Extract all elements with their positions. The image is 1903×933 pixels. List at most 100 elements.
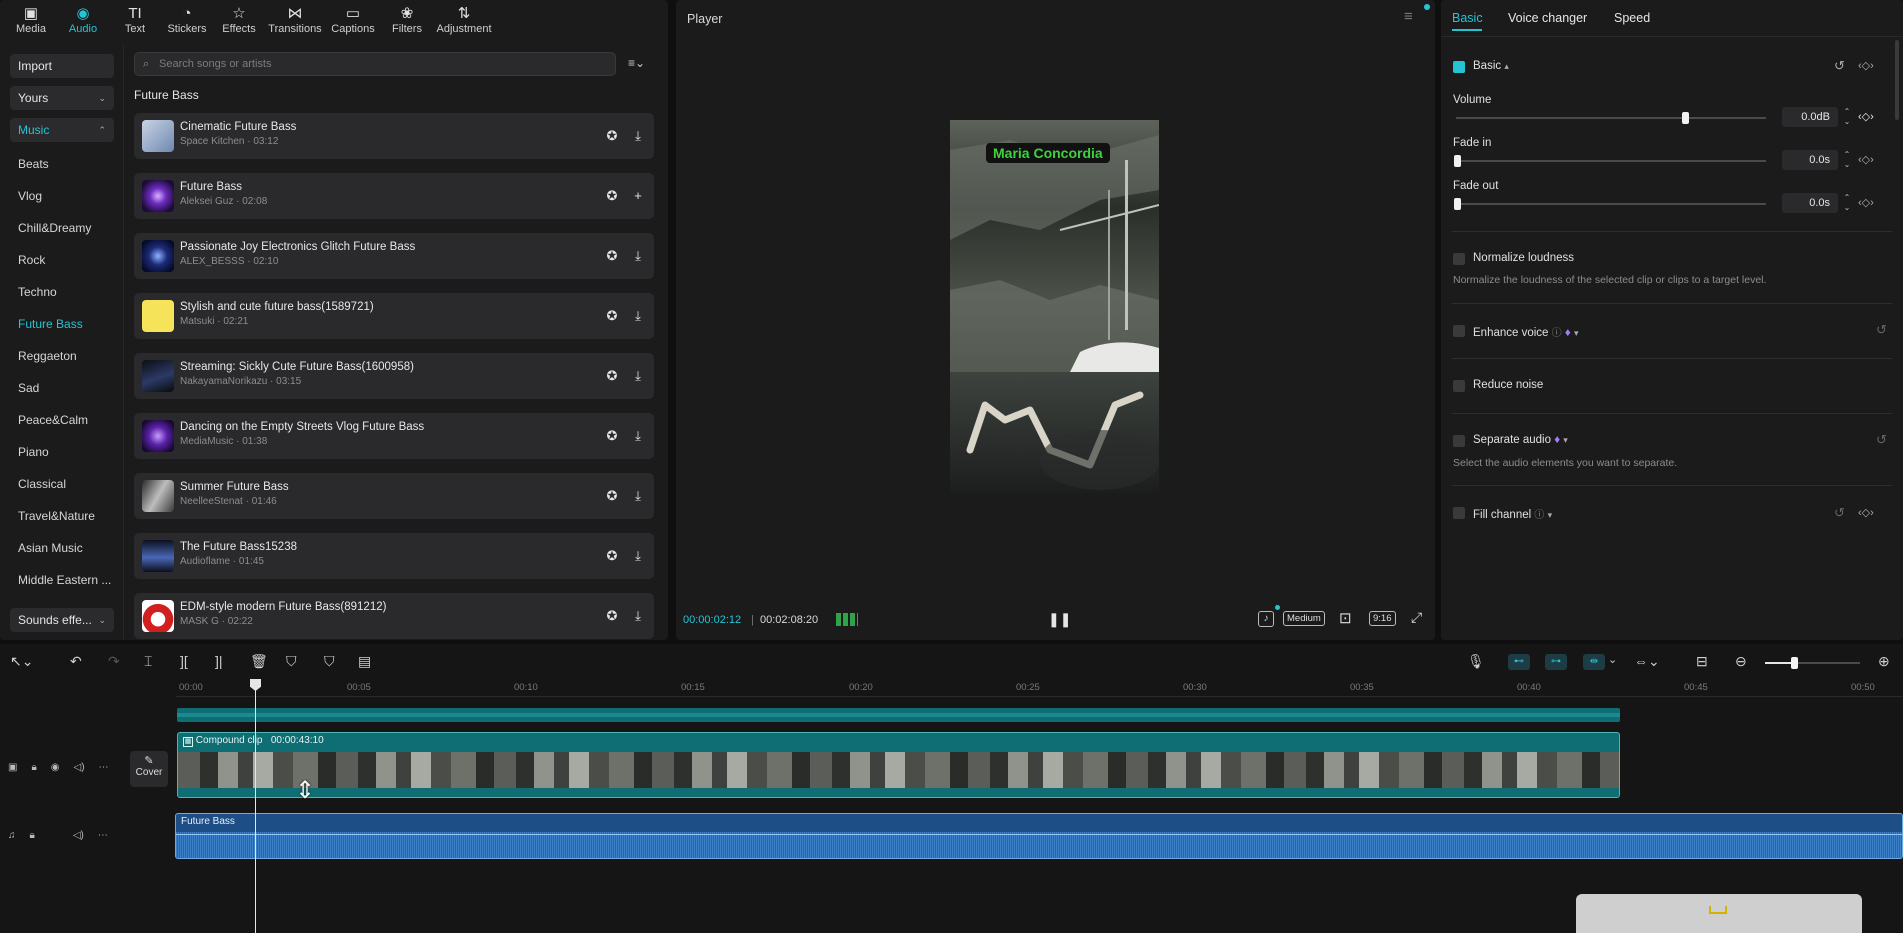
- zoom-in-icon[interactable]: ⊕: [1878, 653, 1890, 670]
- volume-slider-knob[interactable]: [1682, 112, 1689, 124]
- normalize-checkbox[interactable]: [1453, 253, 1465, 265]
- cover-button[interactable]: ✎ Cover: [130, 751, 168, 787]
- volume-keyframe[interactable]: ‹◇›: [1858, 110, 1874, 123]
- search-input[interactable]: ⌕ Search songs or artists: [134, 52, 616, 76]
- split-left-icon[interactable]: ][: [180, 653, 188, 669]
- sidebar-item-middle-eastern[interactable]: Middle Eastern ...: [18, 573, 111, 587]
- microphone-icon[interactable]: 🎙︎: [1467, 653, 1485, 670]
- volume-value-field[interactable]: 0.0dB: [1782, 107, 1838, 127]
- tab-text[interactable]: TI Text: [110, 5, 160, 35]
- split-right-icon[interactable]: ]|: [215, 653, 223, 669]
- snap-dropdown-icon[interactable]: ⇔⌄: [1634, 653, 1660, 670]
- split-icon[interactable]: ⌶: [144, 653, 152, 670]
- fullscreen-icon[interactable]: ⤢: [1411, 609, 1422, 626]
- music-dropdown[interactable]: Music ⌃: [10, 118, 114, 142]
- favorite-star-icon[interactable]: ✪: [603, 307, 621, 325]
- sidebar-item-vlog[interactable]: Vlog: [18, 189, 42, 203]
- redo-icon[interactable]: ↷: [108, 653, 120, 670]
- overlay-track-clip[interactable]: [177, 708, 1620, 722]
- mute-icon[interactable]: ◁): [74, 762, 85, 776]
- tab-speed[interactable]: Speed: [1614, 11, 1650, 25]
- favorite-star-icon[interactable]: ✪: [603, 427, 621, 445]
- tab-stickers[interactable]: ◔ Stickers: [162, 5, 212, 35]
- fade-in-slider-knob[interactable]: [1454, 155, 1461, 167]
- favorite-star-icon[interactable]: ✪: [603, 247, 621, 265]
- tab-filters[interactable]: ❀ Filters: [382, 5, 432, 35]
- audio-clip[interactable]: Future Bass: [175, 813, 1903, 859]
- delete-icon[interactable]: 🗑︎: [250, 653, 268, 670]
- video-preview[interactable]: Maria Concordia: [950, 120, 1159, 493]
- linkage-button[interactable]: ⇹: [1583, 654, 1605, 670]
- song-item[interactable]: Dancing on the Empty Streets Vlog Future…: [134, 413, 654, 459]
- compound-clip[interactable]: ▦ Compound clip 00:00:43:10: [177, 732, 1620, 798]
- select-tool-icon[interactable]: ↖⌄: [10, 653, 33, 670]
- reset-icon[interactable]: ↺: [1876, 432, 1887, 448]
- song-item[interactable]: Summer Future Bass NeelleeStenat · 01:46…: [134, 473, 654, 519]
- song-item[interactable]: Stylish and cute future bass(1589721) Ma…: [134, 293, 654, 339]
- tab-adjustment[interactable]: ⇅ Adjustment: [434, 5, 494, 35]
- reset-icon[interactable]: ↺: [1876, 322, 1887, 338]
- fade-out-value-field[interactable]: 0.0s: [1782, 193, 1838, 213]
- lock-icon[interactable]: 🔒︎: [30, 830, 35, 844]
- visibility-eye-icon[interactable]: ◉: [51, 762, 60, 776]
- tab-basic[interactable]: Basic: [1452, 11, 1483, 25]
- enhance-voice-checkbox[interactable]: [1453, 325, 1465, 337]
- fade-out-slider[interactable]: [1456, 203, 1766, 205]
- keyframe-nav[interactable]: ‹◇›: [1858, 506, 1874, 519]
- info-icon[interactable]: ⓘ: [1534, 510, 1544, 521]
- magnet-button[interactable]: ⊶: [1545, 654, 1567, 670]
- ratio-button[interactable]: 9:16: [1369, 611, 1396, 626]
- favorite-star-icon[interactable]: ✪: [603, 367, 621, 385]
- floating-panel[interactable]: [1576, 894, 1862, 933]
- fit-screen-icon[interactable]: ⊡: [1339, 609, 1352, 627]
- volume-stepper[interactable]: ⌃ ⌄: [1841, 107, 1853, 127]
- more-icon[interactable]: ⋯: [99, 762, 109, 776]
- mute-icon[interactable]: ◁): [73, 830, 84, 844]
- sidebar-item-rock[interactable]: Rock: [18, 253, 45, 267]
- sidebar-item-techno[interactable]: Techno: [18, 285, 57, 299]
- pause-button[interactable]: ❚❚: [1048, 611, 1071, 628]
- sidebar-item-asian-music[interactable]: Asian Music: [18, 541, 83, 555]
- info-icon[interactable]: ⓘ: [1552, 328, 1562, 339]
- fade-out-keyframe[interactable]: ‹◇›: [1858, 196, 1874, 209]
- preview-axis-dropdown[interactable]: ⌄: [1608, 653, 1617, 666]
- fade-in-stepper[interactable]: ⌃ ⌄: [1841, 150, 1853, 170]
- tiktok-icon[interactable]: ♪: [1258, 611, 1274, 627]
- download-icon[interactable]: ⤓: [629, 247, 647, 265]
- basic-section-title[interactable]: Basic ▴: [1473, 60, 1509, 72]
- menu-icon[interactable]: ≡: [1404, 8, 1413, 25]
- yours-dropdown[interactable]: Yours ⌄: [10, 86, 114, 110]
- shield-check-icon[interactable]: ⛉: [286, 653, 297, 670]
- lock-icon[interactable]: 🔒︎: [31, 762, 36, 776]
- tab-effects[interactable]: ☆ Effects: [214, 5, 264, 35]
- caption-edit-icon[interactable]: ▤: [358, 653, 371, 670]
- song-item[interactable]: Passionate Joy Electronics Glitch Future…: [134, 233, 654, 279]
- sidebar-item-future-bass[interactable]: Future Bass: [18, 317, 83, 331]
- tab-transitions[interactable]: ⋈ Transitions: [266, 5, 324, 35]
- download-icon[interactable]: ⤓: [629, 547, 647, 565]
- fade-out-slider-knob[interactable]: [1454, 198, 1461, 210]
- tab-audio[interactable]: ◉ Audio: [58, 5, 108, 35]
- keyframe-nav[interactable]: ‹◇›: [1858, 59, 1874, 72]
- sidebar-item-classical[interactable]: Classical: [18, 477, 66, 491]
- playhead[interactable]: [255, 681, 256, 933]
- fit-timeline-icon[interactable]: ⊟: [1696, 653, 1708, 670]
- zoom-slider-knob[interactable]: [1791, 657, 1798, 669]
- download-icon[interactable]: ⤓: [629, 307, 647, 325]
- undo-icon[interactable]: ↶: [70, 653, 82, 670]
- favorite-star-icon[interactable]: ✪: [603, 607, 621, 625]
- inspector-scrollbar[interactable]: [1895, 40, 1899, 120]
- tab-media[interactable]: ▣ Media: [6, 5, 56, 35]
- sidebar-item-piano[interactable]: Piano: [18, 445, 49, 459]
- favorite-star-icon[interactable]: ✪: [603, 187, 621, 205]
- fade-in-keyframe[interactable]: ‹◇›: [1858, 153, 1874, 166]
- fade-out-stepper[interactable]: ⌃ ⌄: [1841, 193, 1853, 213]
- import-button[interactable]: Import: [10, 54, 114, 78]
- tab-captions[interactable]: ▭ Captions: [326, 5, 380, 35]
- tab-voice-changer[interactable]: Voice changer: [1508, 11, 1587, 25]
- download-icon[interactable]: ⤓: [629, 607, 647, 625]
- fade-in-value-field[interactable]: 0.0s: [1782, 150, 1838, 170]
- sidebar-item-reggaeton[interactable]: Reggaeton: [18, 349, 77, 363]
- more-icon[interactable]: ⋯: [98, 830, 108, 844]
- reset-icon[interactable]: ↺: [1834, 58, 1845, 74]
